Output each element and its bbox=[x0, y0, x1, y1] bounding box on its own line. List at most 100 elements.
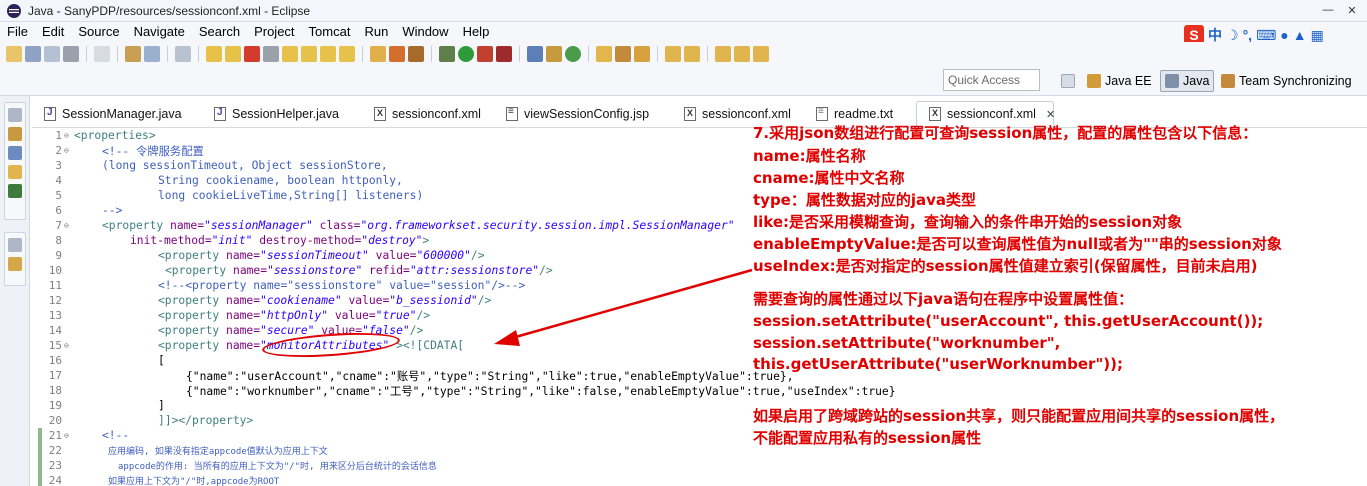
back-icon[interactable] bbox=[734, 46, 750, 62]
menu-project[interactable]: Project bbox=[247, 22, 301, 42]
restore-icon[interactable] bbox=[8, 238, 22, 252]
code-text: <property bbox=[102, 219, 171, 232]
binary-icon[interactable] bbox=[94, 46, 110, 62]
perspective-bar: Quick Access Java EE Java Team Synchroni… bbox=[0, 66, 1367, 96]
window-title: Java - SanyPDP/resources/sessionconf.xml… bbox=[28, 3, 311, 18]
toolbar-separator bbox=[86, 46, 87, 62]
step-return-icon[interactable] bbox=[320, 46, 336, 62]
code-text: "secure" bbox=[260, 324, 315, 337]
tab-label: SessionManager.java bbox=[62, 107, 182, 121]
open-perspective-icon[interactable] bbox=[1057, 70, 1079, 92]
prev-annotation-icon[interactable] bbox=[684, 46, 700, 62]
step-over-icon[interactable] bbox=[301, 46, 317, 62]
moon-icon[interactable]: ☽ bbox=[1226, 27, 1239, 44]
run-icon[interactable] bbox=[458, 46, 474, 62]
save-all-icon[interactable] bbox=[44, 46, 60, 62]
fold-toggle-icon[interactable]: ⊖ bbox=[64, 221, 74, 230]
debug-icon[interactable] bbox=[439, 46, 455, 62]
perspective-java-ee[interactable]: Java EE bbox=[1083, 70, 1156, 92]
code-text: "cookiename" bbox=[260, 294, 342, 307]
code-text: long cookieLiveTime,String[] listeners) bbox=[158, 189, 424, 202]
menu-tomcat[interactable]: Tomcat bbox=[302, 22, 358, 42]
forward-icon[interactable] bbox=[753, 46, 769, 62]
print-icon[interactable] bbox=[63, 46, 79, 62]
menu-search[interactable]: Search bbox=[192, 22, 247, 42]
pin-icon[interactable] bbox=[175, 46, 191, 62]
new-icon[interactable] bbox=[6, 46, 22, 62]
save-icon[interactable] bbox=[25, 46, 41, 62]
step-into-icon[interactable] bbox=[282, 46, 298, 62]
shirt-icon[interactable]: ▲ bbox=[1293, 27, 1307, 43]
suspend-icon[interactable] bbox=[225, 46, 241, 62]
fold-toggle-icon[interactable]: ⊖ bbox=[64, 131, 74, 140]
code-text: <!--<property name="sessionstore" value=… bbox=[158, 279, 526, 292]
menu-help[interactable]: Help bbox=[456, 22, 497, 42]
java-ee-icon bbox=[1087, 74, 1101, 88]
toolbar-separator bbox=[362, 46, 363, 62]
navigator-icon[interactable] bbox=[8, 165, 22, 179]
junit-icon[interactable] bbox=[8, 184, 22, 198]
perspective-label: Java EE bbox=[1105, 74, 1152, 88]
fold-toggle-icon[interactable]: ⊖ bbox=[64, 146, 74, 155]
fold-toggle-icon[interactable]: ⊖ bbox=[64, 341, 74, 350]
next-annotation-icon[interactable] bbox=[665, 46, 681, 62]
open-folder-icon[interactable] bbox=[596, 46, 612, 62]
tomcat-stop-icon[interactable] bbox=[389, 46, 405, 62]
xml-editor[interactable]: 1 ⊖ <properties> 2 ⊖ <!-- 令牌服务配置 3 (long sess… bbox=[32, 128, 1367, 486]
external-tools-icon[interactable] bbox=[496, 46, 512, 62]
menu-window[interactable]: Window bbox=[395, 22, 455, 42]
code-text: "sessionTimeout" bbox=[260, 249, 369, 262]
code-text: /> bbox=[470, 249, 485, 262]
minimize-icon[interactable]: — bbox=[1317, 1, 1339, 19]
menu-source[interactable]: Source bbox=[71, 22, 126, 42]
tab-view-session-config-jsp[interactable]: viewSessionConfig.jsp bbox=[494, 101, 672, 127]
tab-sessionconf-xml-1[interactable]: sessionconf.xml bbox=[362, 101, 494, 127]
user-icon[interactable]: ● bbox=[1280, 27, 1288, 43]
close-icon[interactable]: ✕ bbox=[1341, 1, 1363, 19]
restore-icon[interactable] bbox=[8, 108, 22, 122]
dot-icon[interactable]: °, bbox=[1243, 27, 1253, 43]
code-text: "sessionstore" bbox=[267, 264, 363, 277]
new-package-icon[interactable] bbox=[546, 46, 562, 62]
perspective-label: Team Synchronizing bbox=[1239, 74, 1352, 88]
keyboard-icon[interactable]: ⌨ bbox=[1256, 27, 1276, 44]
left-trim-bar bbox=[0, 96, 30, 486]
package-explorer-icon[interactable] bbox=[8, 127, 22, 141]
drop-frame-icon[interactable] bbox=[339, 46, 355, 62]
menu-edit[interactable]: Edit bbox=[35, 22, 71, 42]
last-edit-icon[interactable] bbox=[715, 46, 731, 62]
code-line: 21 ⊖ <!-- bbox=[32, 428, 1367, 443]
code-text: <property bbox=[158, 339, 227, 352]
new-java-project-icon[interactable] bbox=[527, 46, 543, 62]
grid-icon[interactable]: ▦ bbox=[1311, 27, 1324, 44]
terminate-icon[interactable] bbox=[244, 46, 260, 62]
code-text: {"name":"userAccount","cname":"账号","type… bbox=[186, 369, 794, 383]
menu-navigate[interactable]: Navigate bbox=[127, 22, 192, 42]
fold-toggle-icon[interactable]: ⊖ bbox=[64, 431, 74, 440]
jsp-file-icon bbox=[506, 106, 518, 121]
code-text: "sessionManager" bbox=[204, 219, 313, 232]
edit-icon[interactable] bbox=[634, 46, 650, 62]
tab-session-helper-java[interactable]: SessionHelper.java bbox=[202, 101, 362, 127]
quick-access-input[interactable]: Quick Access bbox=[943, 69, 1040, 91]
menu-run[interactable]: Run bbox=[357, 22, 395, 42]
coverage-icon[interactable] bbox=[477, 46, 493, 62]
search-icon[interactable] bbox=[615, 46, 631, 62]
tab-session-manager-java[interactable]: SessionManager.java bbox=[32, 101, 202, 127]
new-class-icon[interactable] bbox=[565, 46, 581, 62]
menu-file[interactable]: File bbox=[0, 22, 35, 42]
perspective-team-sync[interactable]: Team Synchronizing bbox=[1217, 70, 1356, 92]
resume-icon[interactable] bbox=[206, 46, 222, 62]
toolbar-separator bbox=[431, 46, 432, 62]
perspective-label: Java bbox=[1183, 74, 1210, 88]
git-icon[interactable] bbox=[8, 257, 22, 271]
close-tab-icon[interactable]: ✕ bbox=[1046, 108, 1055, 121]
disconnect-icon[interactable] bbox=[263, 46, 279, 62]
code-text: ]]></property> bbox=[158, 414, 254, 427]
perspective-java[interactable]: Java bbox=[1160, 70, 1215, 92]
open-task-icon[interactable] bbox=[144, 46, 160, 62]
open-type-icon[interactable] bbox=[125, 46, 141, 62]
tomcat-start-icon[interactable] bbox=[370, 46, 386, 62]
tomcat-restart-icon[interactable] bbox=[408, 46, 424, 62]
hierarchy-icon[interactable] bbox=[8, 146, 22, 160]
